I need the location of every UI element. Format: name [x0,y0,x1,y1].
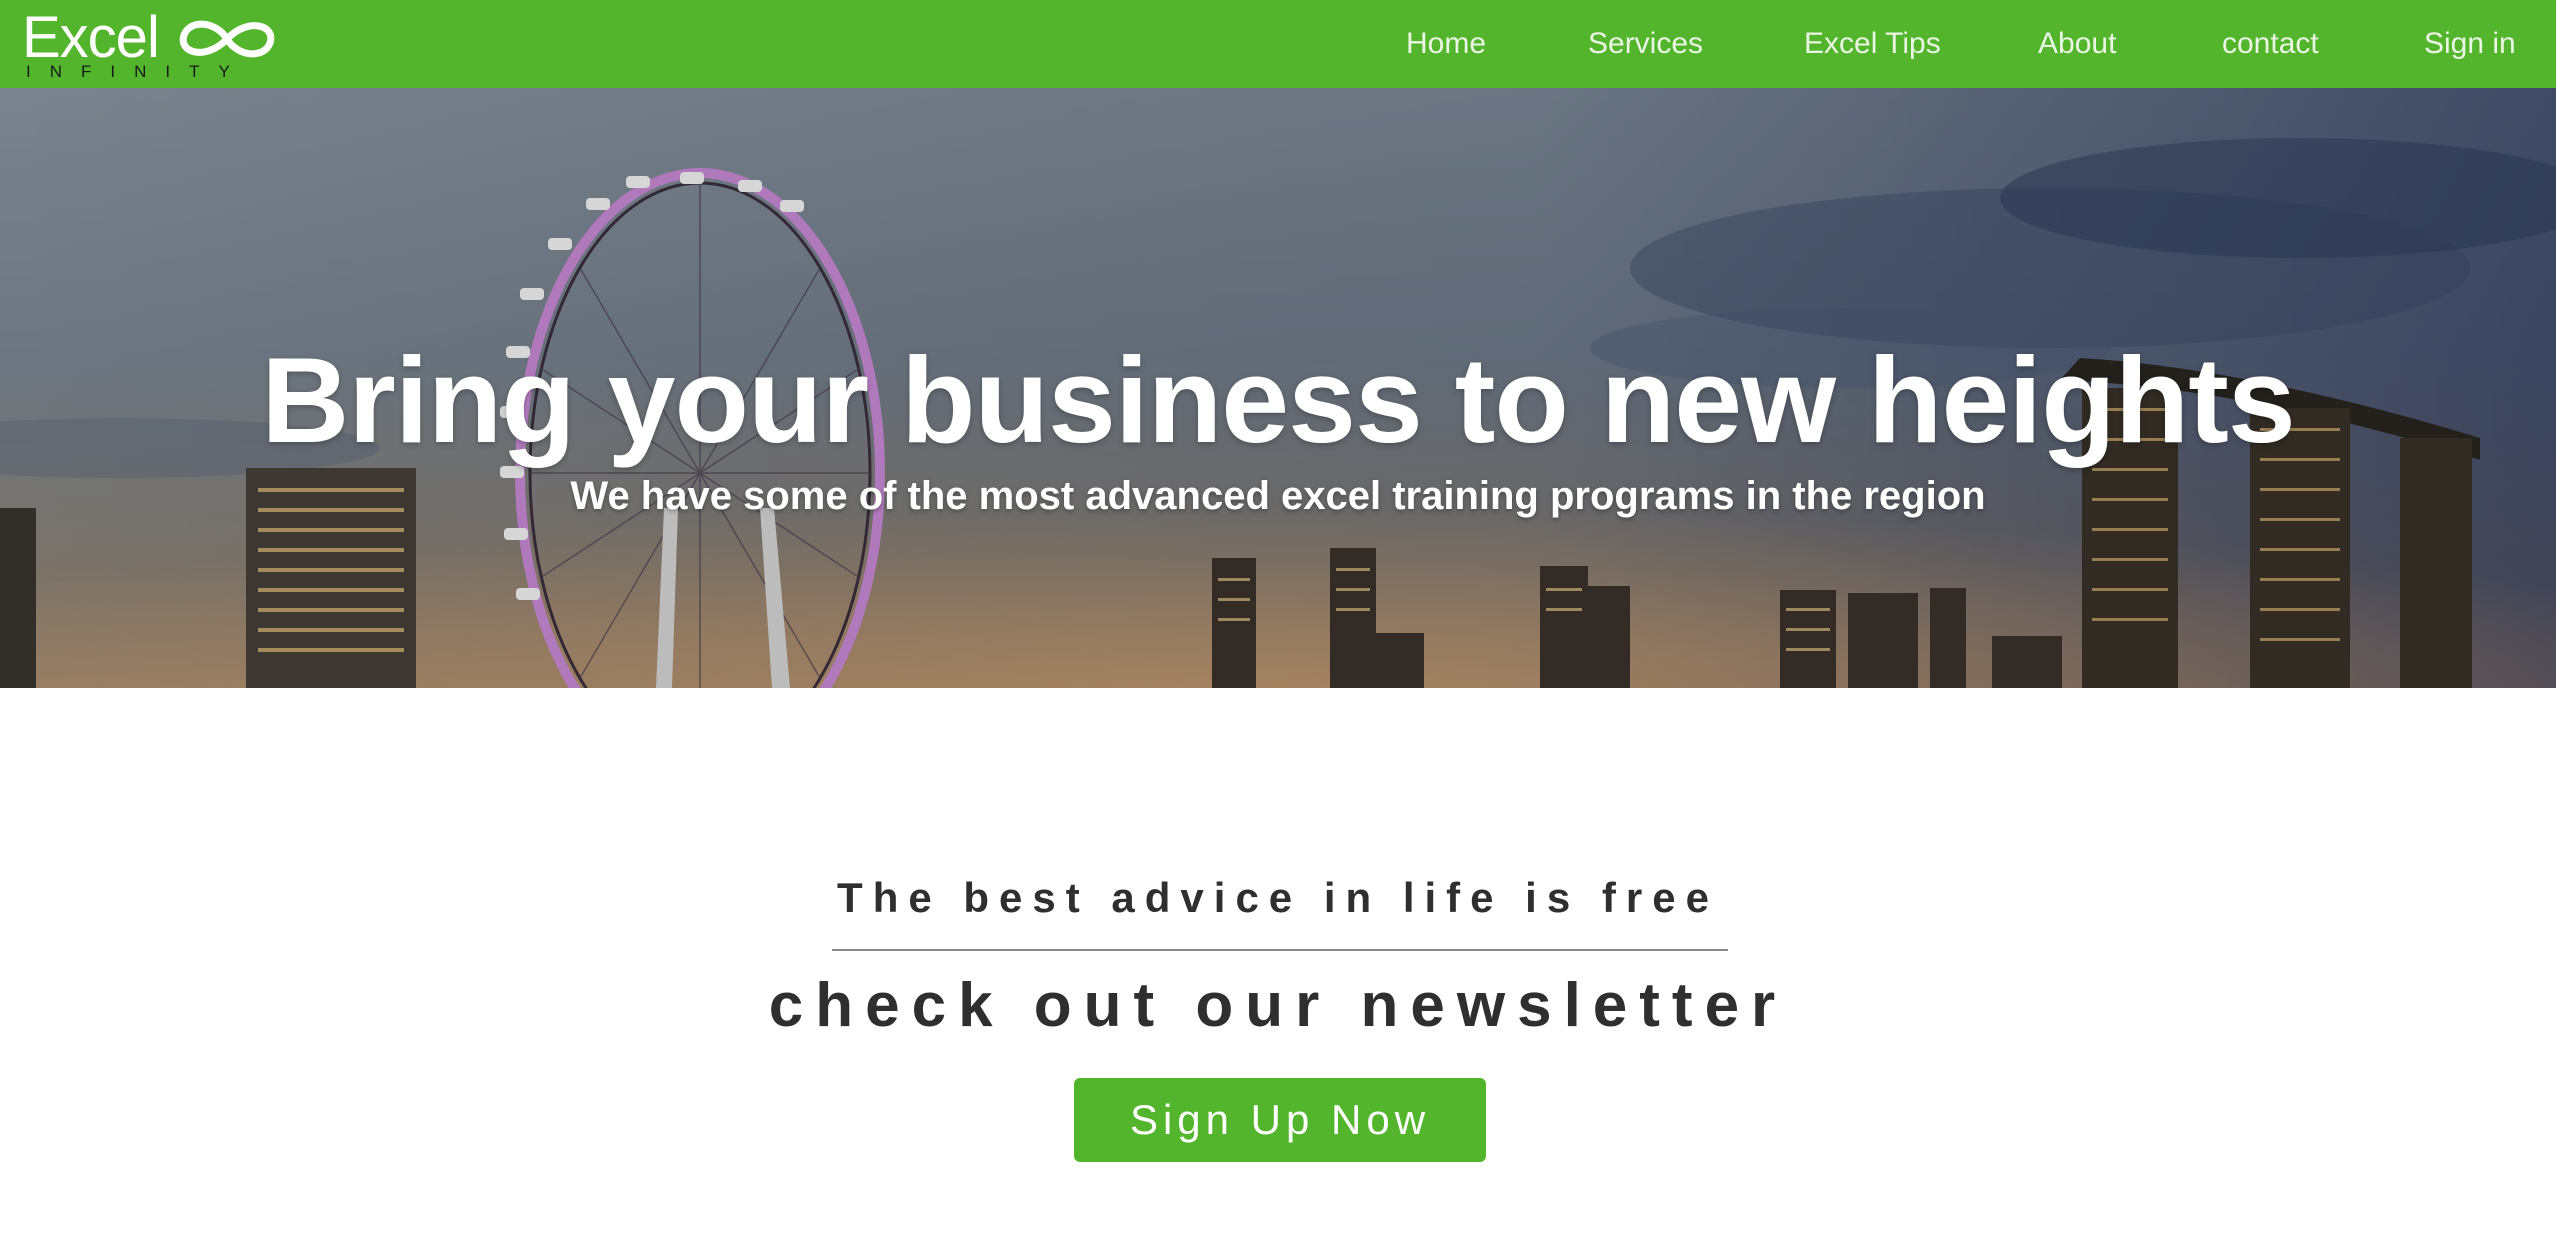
sign-up-button[interactable]: Sign Up Now [1074,1078,1486,1162]
newsletter-title: check out our newsletter [768,971,1788,1040]
brand-name: Excel [22,5,160,70]
nav-menu: Home Services Excel Tips About contact S… [1356,0,2556,88]
nav-item-services[interactable]: Services [1588,26,1703,62]
infinity-icon [179,20,275,58]
nav-item-excel-tips[interactable]: Excel Tips [1804,26,1941,62]
hero-banner: Bring your business to new heights We ha… [0,88,2556,688]
brand-logo[interactable]: Excel INFINITY [22,5,275,82]
nav-item-contact[interactable]: contact [2222,26,2319,62]
nav-item-about[interactable]: About [2038,26,2116,62]
brand-tagline: INFINITY [26,62,249,81]
nav-item-home[interactable]: Home [1406,26,1486,62]
divider [832,949,1728,951]
hero-title: Bring your business to new heights [261,332,2295,468]
hero-subtitle: We have some of the most advanced excel … [570,474,1986,518]
nav-item-sign-in[interactable]: Sign in [2424,26,2516,62]
top-navbar: Excel INFINITY Home Services Excel Tips … [0,0,2556,88]
newsletter-heading: The best advice in life is free [837,874,1719,921]
